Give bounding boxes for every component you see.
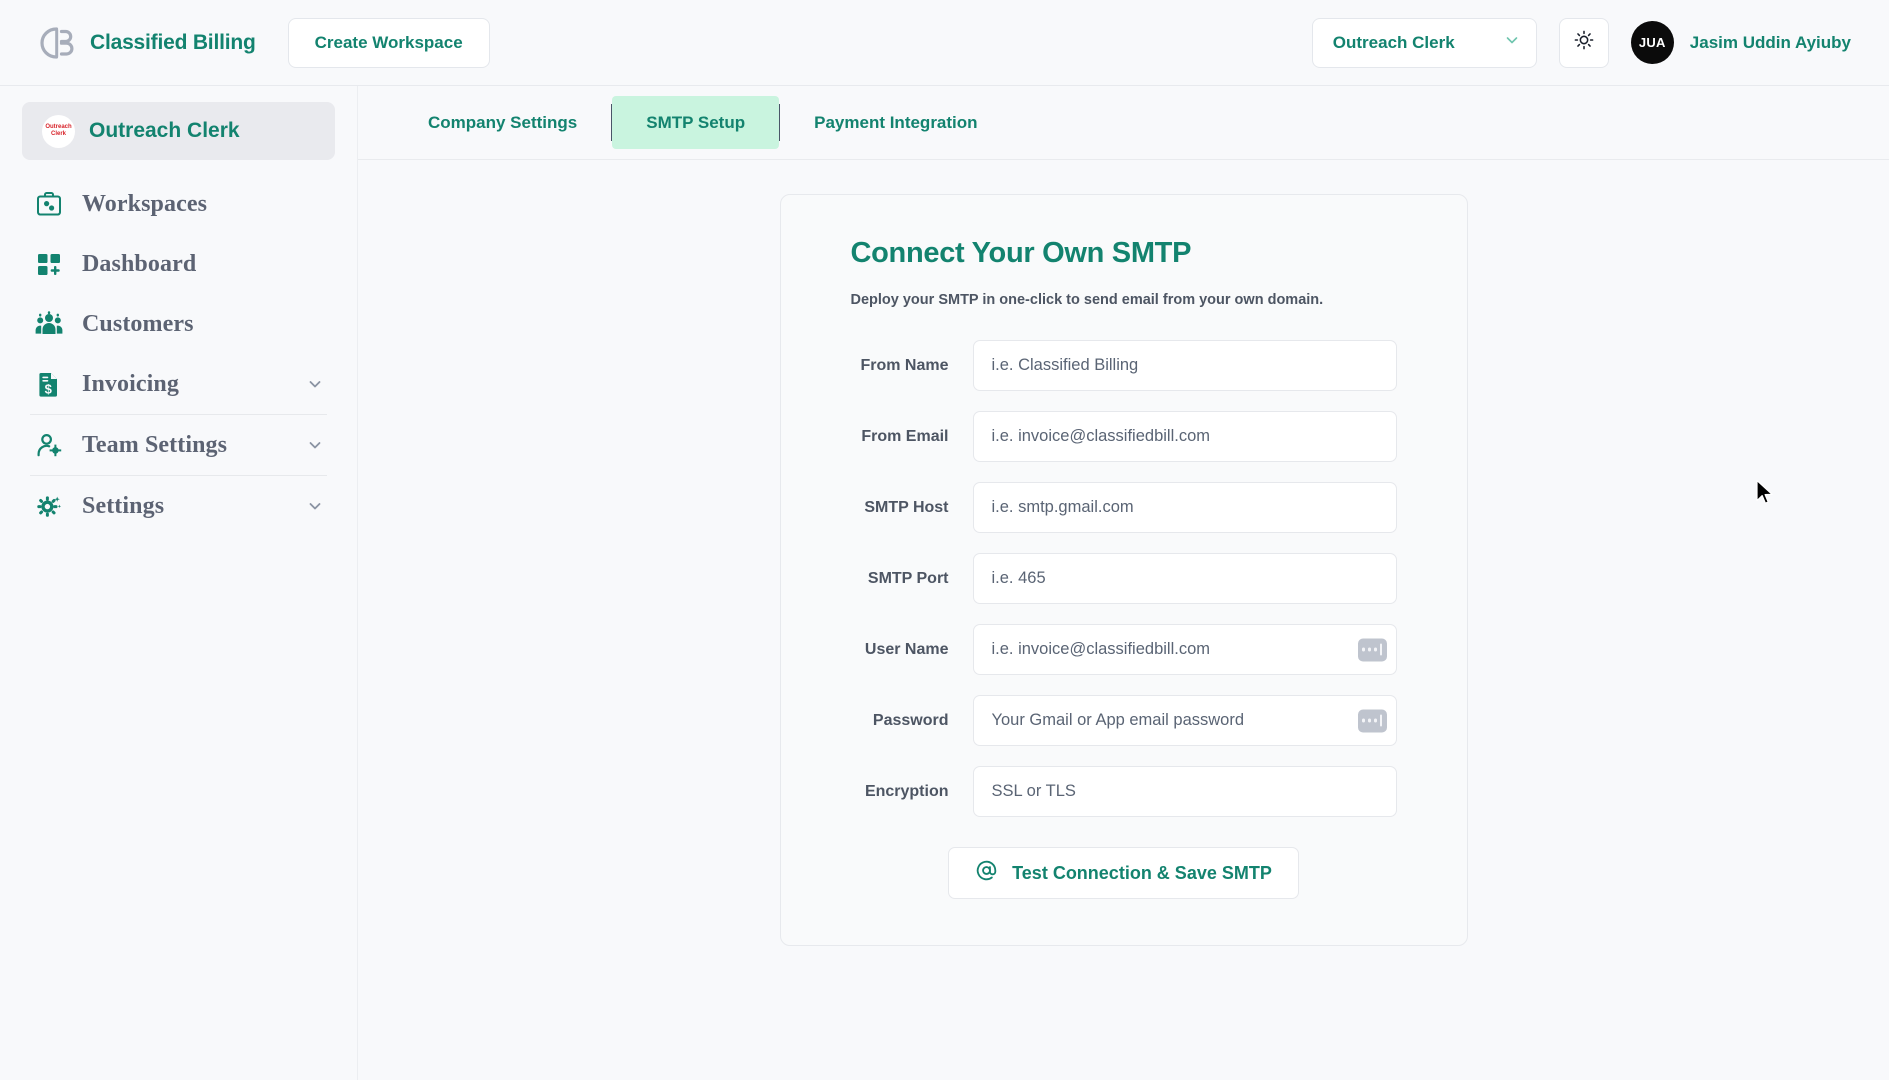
field-wrap [972,695,1397,746]
chevron-down-icon[interactable] [307,498,323,514]
smtp-port-input[interactable] [972,553,1397,604]
create-workspace-button[interactable]: Create Workspace [287,17,490,68]
top-header-bar: Classified Billing Create Workspace Outr… [0,0,1889,86]
encryption-input[interactable] [972,766,1397,817]
autofill-dots-icon[interactable] [1357,638,1387,661]
sidebar-nav: Workspaces Dashboard Customers $ Invoici… [12,174,345,536]
test-connection-save-smtp-button[interactable]: Test Connection & Save SMTP [948,847,1299,899]
field-wrap [972,340,1397,391]
workspace-logo-icon: Outreach Clerk [42,114,75,148]
sidebar-item-label: Customers [82,310,194,337]
smtp-host-input[interactable] [972,482,1397,533]
tab-payment-integration[interactable]: Payment Integration [780,96,1011,149]
page-body: Outreach Clerk Outreach Clerk Workspaces [0,86,1889,1080]
brand-name: Classified Billing [90,30,256,54]
theme-toggle-button[interactable] [1558,17,1609,68]
label-smtp-port: SMTP Port [867,569,949,587]
workspace-selector-value: Outreach Clerk [1332,32,1455,52]
tab-smtp-setup[interactable]: SMTP Setup [612,96,780,149]
field-wrap [972,553,1397,604]
sidebar-item-workspaces[interactable]: Workspaces [12,174,345,234]
from-email-input[interactable] [972,411,1397,462]
workspace-logo-line2: Clerk [50,131,66,137]
field-wrap [972,766,1397,817]
sidebar-workspace-name: Outreach Clerk [89,119,240,142]
workspace-logo-line1: Outreach [45,124,72,130]
password-input[interactable] [972,695,1397,746]
invoice-dollar-doc-icon: $ [34,369,64,399]
autofill-dots-icon[interactable] [1357,709,1387,732]
sidebar-item-label: Invoicing [82,370,179,397]
chevron-down-icon[interactable] [307,376,323,392]
label-from-email: From Email [861,427,949,445]
brand[interactable]: Classified Billing [36,23,256,63]
page-title: Connect Your Own SMTP [850,237,1192,269]
sidebar-item-invoicing[interactable]: $ Invoicing [12,354,345,414]
workspaces-icon [34,189,64,219]
field-row-user-name: User Name [851,624,1397,675]
user-avatar[interactable]: JUA [1630,21,1674,64]
smtp-setup-card: Connect Your Own SMTP Deploy your SMTP i… [779,194,1468,946]
label-password: Password [872,711,949,729]
label-encryption: Encryption [864,782,949,800]
test-connection-label: Test Connection & Save SMTP [1012,862,1272,883]
customers-people-icon [34,309,64,339]
card-subtitle: Deploy your SMTP in one-click to send em… [850,292,1324,308]
field-row-from-name: From Name [851,340,1397,391]
field-row-encryption: Encryption [851,766,1397,817]
sidebar-item-label: Team Settings [82,431,228,458]
sidebar-item-dashboard[interactable]: Dashboard [12,234,345,294]
field-wrap [972,411,1397,462]
main-scroll-area: Connect Your Own SMTP Deploy your SMTP i… [358,160,1889,1080]
svg-text:$: $ [45,382,53,397]
submit-row: Test Connection & Save SMTP [851,847,1397,899]
label-user-name: User Name [864,640,949,658]
field-row-smtp-host: SMTP Host [851,482,1397,533]
sidebar-item-team-settings[interactable]: Team Settings [12,415,345,475]
chevron-down-icon[interactable] [307,437,323,453]
field-row-password: Password [851,695,1397,746]
dashboard-grid-icon [34,249,64,279]
field-wrap [972,624,1397,675]
at-sign-icon [975,859,998,887]
field-wrap [972,482,1397,533]
field-row-from-email: From Email [851,411,1397,462]
sidebar-item-settings[interactable]: Settings [12,476,345,536]
user-gear-icon [34,430,64,460]
sun-icon [1573,29,1595,56]
user-name-label[interactable]: Jasim Uddin Ayiuby [1690,33,1851,53]
sidebar-item-label: Settings [82,492,165,519]
from-name-input[interactable] [972,340,1397,391]
label-smtp-host: SMTP Host [864,498,949,516]
workspace-selector[interactable]: Outreach Clerk [1311,17,1537,68]
sidebar: Outreach Clerk Outreach Clerk Workspaces [0,86,358,1080]
main-content: Company Settings SMTP Setup Payment Inte… [358,86,1889,1080]
sidebar-workspace-card[interactable]: Outreach Clerk Outreach Clerk [22,102,335,160]
label-from-name: From Name [860,356,949,374]
cb-monogram-icon [36,23,76,63]
chevron-down-icon [1504,32,1520,53]
sidebar-item-label: Workspaces [82,190,208,217]
field-row-smtp-port: SMTP Port [851,553,1397,604]
sidebar-item-label: Dashboard [82,250,197,277]
user-name-input[interactable] [972,624,1397,675]
tab-company-settings[interactable]: Company Settings [394,96,611,149]
settings-tab-bar: Company Settings SMTP Setup Payment Inte… [358,86,1889,160]
header-right-cluster: Outreach Clerk JUA Jasim Uddin Ayiuby [1311,17,1851,68]
sidebar-item-customers[interactable]: Customers [12,294,345,354]
gear-sparkle-icon [34,491,64,521]
